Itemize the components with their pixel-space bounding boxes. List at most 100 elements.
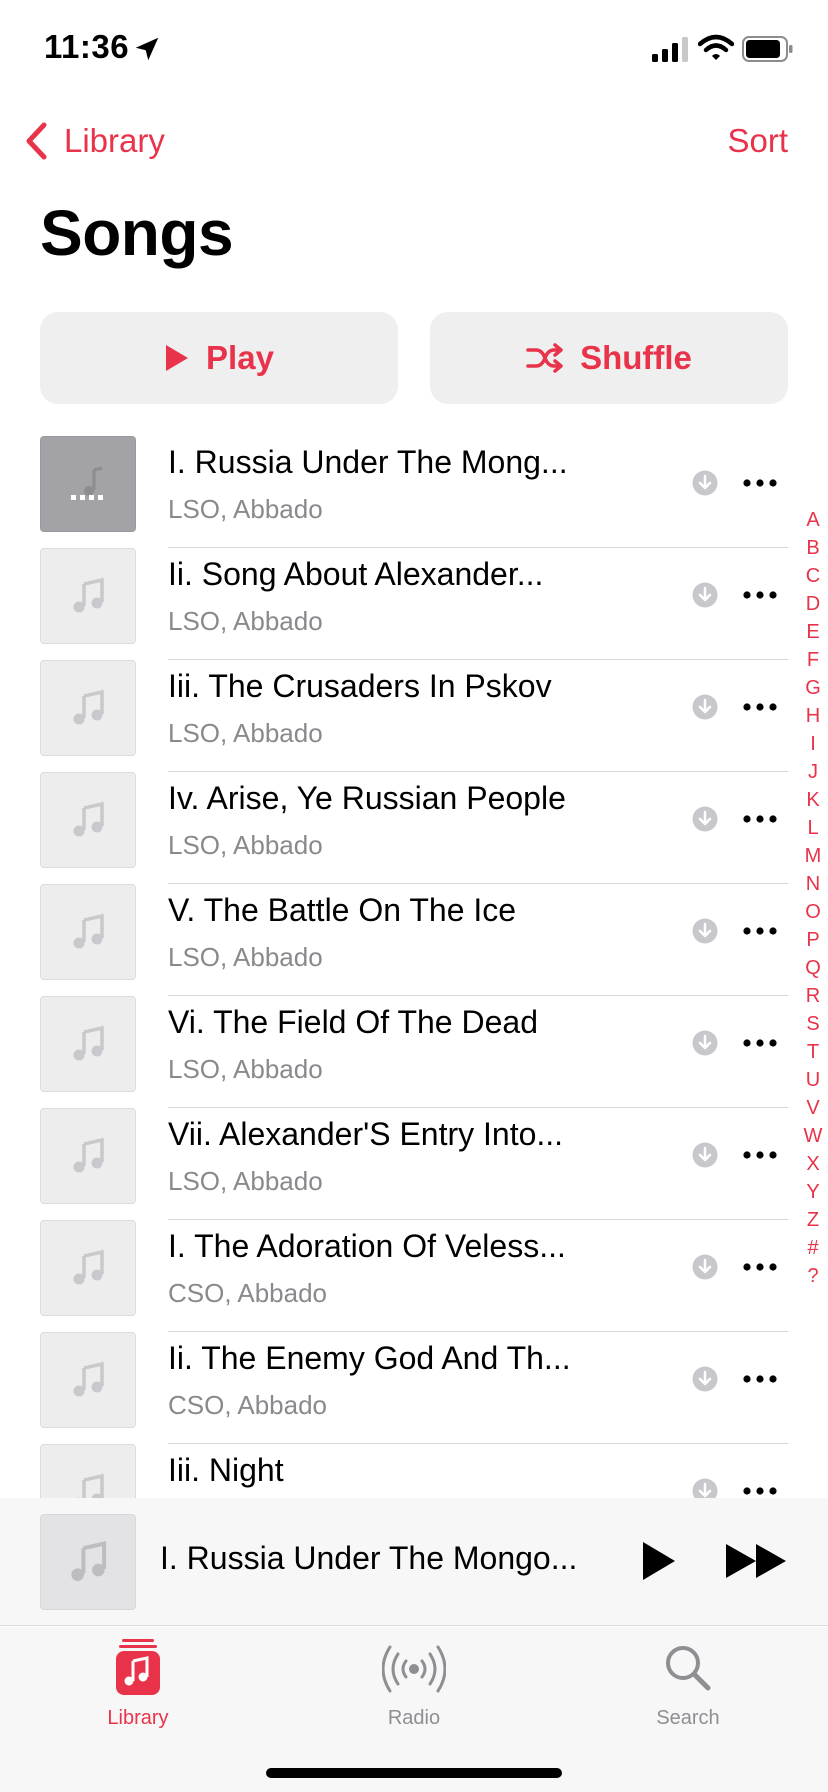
more-options-icon[interactable] [742,588,778,602]
song-title: Iii. The Crusaders In Pskov [168,668,552,704]
more-options-icon[interactable] [742,1148,778,1162]
more-options-icon[interactable] [742,1260,778,1274]
index-letter-v[interactable]: V [800,1094,826,1122]
music-note-icon [73,1137,104,1173]
more-options-icon[interactable] [742,924,778,938]
download-icon[interactable] [692,582,718,608]
library-icon [116,1639,160,1695]
song-artist: LSO, Abbado [168,494,323,524]
index-letter-t[interactable]: T [800,1038,826,1066]
tab-search-label: Search [656,1707,720,1729]
song-title: Ii. Song About Alexander... [168,556,544,592]
index-letter-w[interactable]: W [800,1122,826,1150]
more-options-icon[interactable] [742,812,778,826]
index-letter-z[interactable]: Z [800,1206,826,1234]
song-row[interactable]: V. The Battle On The Ice LSO, Abbado [0,884,800,996]
shuffle-icon [526,343,564,373]
song-title: Ii. The Enemy God And Th... [168,1340,571,1376]
download-icon[interactable] [692,694,718,720]
location-arrow-icon [135,37,159,61]
back-label: Library [64,122,165,159]
index-letter-y[interactable]: Y [800,1178,826,1206]
download-icon[interactable] [692,470,718,496]
index-letter-c[interactable]: C [800,562,826,590]
song-artist: CSO, Abbado [168,1278,327,1308]
mini-player-artwork [40,1514,136,1610]
more-options-icon[interactable] [742,1484,778,1498]
index-letter-b[interactable]: B [800,534,826,562]
tab-search[interactable]: Search [598,1627,778,1729]
song-artwork [40,772,136,868]
index-letter-p[interactable]: P [800,926,826,954]
alphabet-index[interactable]: A B C D E F G H I J K L M N O P Q R S T … [800,506,826,1290]
index-letter-d[interactable]: D [800,590,826,618]
more-options-icon[interactable] [742,1372,778,1386]
search-icon [666,1646,711,1691]
music-note-icon [73,801,104,837]
index-letter-j[interactable]: J [800,758,826,786]
index-letter-l[interactable]: L [800,814,826,842]
song-artwork [40,660,136,756]
index-letter-question[interactable]: ? [800,1262,826,1290]
song-row[interactable]: Iii. The Crusaders In Pskov LSO, Abbado [0,660,800,772]
index-letter-o[interactable]: O [800,898,826,926]
more-options-icon[interactable] [742,1036,778,1050]
index-letter-q[interactable]: Q [800,954,826,982]
tab-library-label: Library [107,1707,169,1729]
mini-player[interactable]: I. Russia Under The Mongo... [0,1498,828,1626]
song-artwork [40,1332,136,1428]
song-row[interactable]: Iv. Arise, Ye Russian People LSO, Abbado [0,772,800,884]
song-title: I. Russia Under The Mong... [168,444,568,480]
song-row[interactable]: Ii. The Enemy God And Th... CSO, Abbado [0,1332,800,1444]
download-icon[interactable] [692,1142,718,1168]
page-title: Songs [40,197,234,269]
music-note-icon [71,1541,107,1581]
index-letter-k[interactable]: K [800,786,826,814]
index-letter-i[interactable]: I [800,730,826,758]
song-artwork [40,1220,136,1316]
tab-radio[interactable]: Radio [324,1627,504,1729]
index-letter-n[interactable]: N [800,870,826,898]
index-letter-e[interactable]: E [800,618,826,646]
index-letter-a[interactable]: A [800,506,826,534]
radio-broadcast-icon [382,1645,446,1693]
index-letter-g[interactable]: G [800,674,826,702]
download-icon[interactable] [692,1366,718,1392]
index-letter-u[interactable]: U [800,1066,826,1094]
song-artist: LSO, Abbado [168,606,323,636]
download-icon[interactable] [692,1254,718,1280]
song-artwork [40,996,136,1092]
index-letter-r[interactable]: R [800,982,826,1010]
song-row[interactable]: I. Russia Under The Mong... LSO, Abbado [0,436,800,548]
shuffle-label: Shuffle [580,339,692,376]
tab-radio-label: Radio [387,1707,441,1729]
shuffle-button[interactable]: Shuffle [430,312,788,404]
song-title: Vi. The Field Of The Dead [168,1004,538,1040]
song-row[interactable]: Vi. The Field Of The Dead LSO, Abbado [0,996,800,1108]
chevron-left-icon [26,122,47,160]
song-artist: LSO, Abbado [168,942,323,972]
status-bar: 11:36 [0,0,828,100]
index-letter-f[interactable]: F [800,646,826,674]
song-row[interactable]: Vii. Alexander'S Entry Into... LSO, Abba… [0,1108,800,1220]
more-options-icon[interactable] [742,476,778,490]
index-letter-h[interactable]: H [800,702,826,730]
download-icon[interactable] [692,806,718,832]
download-icon[interactable] [692,918,718,944]
index-letter-hash[interactable]: # [800,1234,826,1262]
play-button[interactable]: Play [40,312,398,404]
song-row[interactable]: I. The Adoration Of Veless... CSO, Abbad… [0,1220,800,1332]
fast-forward-icon[interactable] [724,1542,788,1580]
more-options-icon[interactable] [742,700,778,714]
sort-button[interactable]: Sort [727,118,788,164]
music-songs-screen: 11:36 Library Sort Songs Play Shuffle I.… [0,0,828,1792]
back-to-library-button[interactable]: Library [24,118,165,164]
download-icon[interactable] [692,1030,718,1056]
song-row[interactable]: Ii. Song About Alexander... LSO, Abbado [0,548,800,660]
play-icon[interactable] [640,1540,678,1582]
index-letter-s[interactable]: S [800,1010,826,1038]
tab-library[interactable]: Library [48,1627,228,1729]
song-title: Iv. Arise, Ye Russian People [168,780,566,816]
index-letter-x[interactable]: X [800,1150,826,1178]
index-letter-m[interactable]: M [800,842,826,870]
